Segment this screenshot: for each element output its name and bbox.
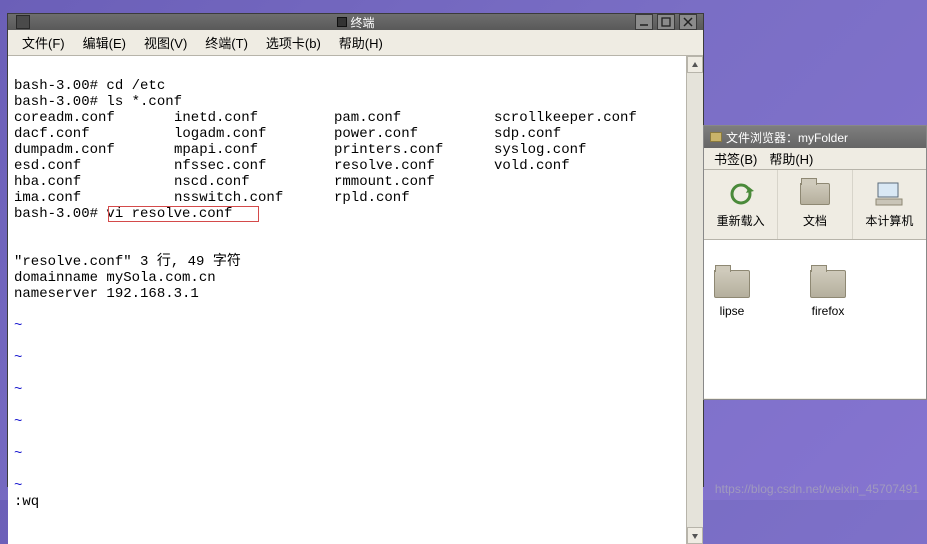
file-browser-window: 文件浏览器：myFolder 书签(B) 帮助(H) 重新载入 文档 本计算机 [703, 125, 927, 400]
documents-button[interactable]: 文档 [778, 170, 852, 239]
term-line-vi-prefix: bash-3.00# [14, 206, 106, 222]
ls-col1: coreadm.conf dacf.conf dumpadm.conf esd.… [14, 110, 174, 206]
terminal-window: 终端 文件(F) 编辑(E) 视图(V) 终端(T) 选项卡(b) 帮助(H) … [7, 13, 704, 487]
scroll-up-button[interactable] [687, 56, 703, 73]
vertical-scrollbar[interactable] [686, 56, 703, 544]
file-browser-titlebar[interactable]: 文件浏览器：myFolder [704, 126, 926, 148]
term-line-ls: bash-3.00# ls *.conf [14, 94, 182, 110]
folder-label-firefox: firefox [812, 304, 845, 318]
vi-line-nameserver: nameserver 192.168.3.1 [14, 286, 199, 302]
folder-icon [810, 270, 846, 298]
scroll-down-button[interactable] [687, 527, 703, 544]
window-controls [635, 14, 703, 30]
close-button[interactable] [679, 14, 697, 30]
folder-icon [710, 132, 722, 142]
terminal-menubar: 文件(F) 编辑(E) 视图(V) 终端(T) 选项卡(b) 帮助(H) [8, 30, 703, 56]
ls-col3: pam.conf power.conf printers.conf resolv… [334, 110, 494, 206]
reload-label: 重新载入 [717, 212, 765, 229]
scroll-track[interactable] [687, 73, 703, 527]
folder-icon [714, 270, 750, 298]
reload-button[interactable]: 重新载入 [704, 170, 778, 239]
menu-help-fb[interactable]: 帮助(H) [763, 147, 819, 170]
folder-item-firefox[interactable]: firefox [810, 270, 846, 368]
vi-tilde-lines: ~ ~ ~ ~ ~ ~ [14, 302, 680, 494]
file-browser-content[interactable]: lipse firefox [704, 240, 926, 398]
folder-label-lipse: lipse [720, 304, 745, 318]
menu-view[interactable]: 视图(V) [136, 30, 195, 55]
menu-file[interactable]: 文件(F) [14, 30, 73, 55]
ls-col2: inetd.conf logadm.conf mpapi.conf nfssec… [174, 110, 334, 206]
ls-col4: scrollkeeper.conf sdp.conf syslog.conf v… [494, 110, 637, 206]
maximize-button[interactable] [657, 14, 675, 30]
term-line-cd: bash-3.00# cd /etc [14, 78, 165, 94]
menu-help[interactable]: 帮助(H) [331, 30, 391, 55]
reload-icon [726, 180, 756, 208]
ls-output: coreadm.conf dacf.conf dumpadm.conf esd.… [14, 110, 680, 206]
vi-line-domainname: domainname mySola.com.cn [14, 270, 216, 286]
window-title: 终端 [336, 14, 374, 31]
terminal-content[interactable]: bash-3.00# cd /etc bash-3.00# ls *.conf … [8, 56, 686, 544]
menu-tabs[interactable]: 选项卡(b) [258, 30, 329, 55]
documents-label: 文档 [803, 212, 827, 229]
vi-wq: :wq [14, 494, 39, 510]
terminal-area: bash-3.00# cd /etc bash-3.00# ls *.conf … [8, 56, 703, 544]
file-browser-menubar: 书签(B) 帮助(H) [704, 148, 926, 170]
file-browser-toolbar: 重新载入 文档 本计算机 [704, 170, 926, 240]
documents-icon [800, 180, 830, 208]
watermark-text: https://blog.csdn.net/weixin_45707491 [715, 482, 919, 496]
terminal-icon [336, 17, 346, 27]
menu-bookmarks[interactable]: 书签(B) [708, 147, 763, 170]
window-menu-icon[interactable] [16, 15, 30, 29]
vi-file-summary: "resolve.conf" 3 行, 49 字符 [14, 254, 241, 270]
menu-edit[interactable]: 编辑(E) [75, 30, 134, 55]
folder-item-lipse[interactable]: lipse [714, 270, 750, 368]
computer-icon [874, 180, 904, 208]
terminal-titlebar[interactable]: 终端 [8, 14, 703, 30]
window-title-text: 终端 [350, 14, 374, 31]
minimize-button[interactable] [635, 14, 653, 30]
computer-button[interactable]: 本计算机 [853, 170, 926, 239]
menu-terminal[interactable]: 终端(T) [197, 30, 256, 55]
term-line-vi-cmd: vi resolve.conf [106, 206, 232, 222]
file-browser-title: 文件浏览器：myFolder [726, 129, 848, 146]
computer-label: 本计算机 [865, 212, 913, 229]
